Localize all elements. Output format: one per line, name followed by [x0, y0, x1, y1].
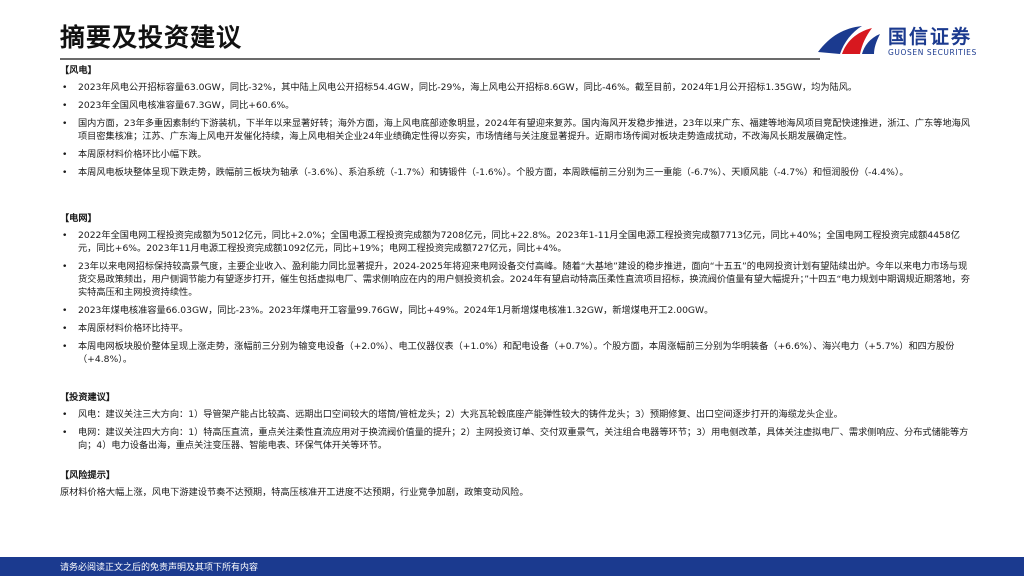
- advice-list: 风电：建议关注三大方向：1）导管架产能占比较高、远期出口空间较大的塔筒/管桩龙头…: [60, 408, 975, 452]
- title-divider: [60, 58, 820, 60]
- guosen-logo: 国信证券 GUOSEN SECURITIES: [816, 20, 976, 62]
- brand-name-cn: 国信证券: [888, 26, 973, 48]
- page-title: 摘要及投资建议: [60, 23, 243, 52]
- wind-heading: 【风电】: [60, 65, 97, 76]
- grid-item: 本周原材料价格环比持平。: [60, 322, 975, 335]
- grid-item: 23年以来电网招标保持较高景气度，主要企业收入、盈利能力同比显著提升，2024-…: [60, 260, 975, 299]
- brand-name-en: GUOSEN SECURITIES: [888, 48, 977, 57]
- wind-item: 国内方面，23年多重因素制约下游装机，下半年以来显著好转；海外方面，海上风电底部…: [60, 117, 975, 143]
- grid-list: 2022年全国电网工程投资完成额为5012亿元，同比+2.0%；全国电源工程投资…: [60, 229, 975, 366]
- guosen-logo-icon: [818, 26, 880, 54]
- summary-content: 【风电】 2023年风电公开招标容量63.0GW，同比-32%，其中陆上风电公开…: [60, 64, 975, 499]
- wind-item: 本周原材料价格环比小幅下跌。: [60, 148, 975, 161]
- footer-bar: 请务必阅读正文之后的免责声明及其项下所有内容: [0, 557, 1024, 576]
- grid-item: 2023年煤电核准容量66.03GW，同比-23%。2023年煤电开工容量99.…: [60, 304, 975, 317]
- wind-item: 2023年全国风电核准容量67.3GW，同比+60.6%。: [60, 99, 975, 112]
- footer-disclaimer: 请务必阅读正文之后的免责声明及其项下所有内容: [60, 563, 259, 573]
- advice-item: 电网：建议关注四大方向：1）特高压直流，重点关注柔性直流应用对于换流阀价值量的提…: [60, 426, 975, 452]
- grid-heading: 【电网】: [60, 213, 97, 224]
- risk-text: 原材料价格大幅上涨，风电下游建设节奏不达预期，特高压核准开工进度不达预期，行业竞…: [60, 487, 529, 498]
- wind-item: 本周风电板块整体呈现下跌走势，跌幅前三板块为轴承（-3.6%）、系泊系统（-1.…: [60, 166, 975, 179]
- advice-item: 风电：建议关注三大方向：1）导管架产能占比较高、远期出口空间较大的塔筒/管桩龙头…: [60, 408, 975, 421]
- risk-heading: 【风险提示】: [60, 470, 116, 481]
- grid-item: 2022年全国电网工程投资完成额为5012亿元，同比+2.0%；全国电源工程投资…: [60, 229, 975, 255]
- wind-item: 2023年风电公开招标容量63.0GW，同比-32%，其中陆上风电公开招标54.…: [60, 81, 975, 94]
- wind-list: 2023年风电公开招标容量63.0GW，同比-32%，其中陆上风电公开招标54.…: [60, 81, 975, 179]
- grid-item: 本周电网板块股价整体呈现上涨走势，涨幅前三分别为输变电设备（+2.0%）、电工仪…: [60, 340, 975, 366]
- advice-heading: 【投资建议】: [60, 392, 116, 403]
